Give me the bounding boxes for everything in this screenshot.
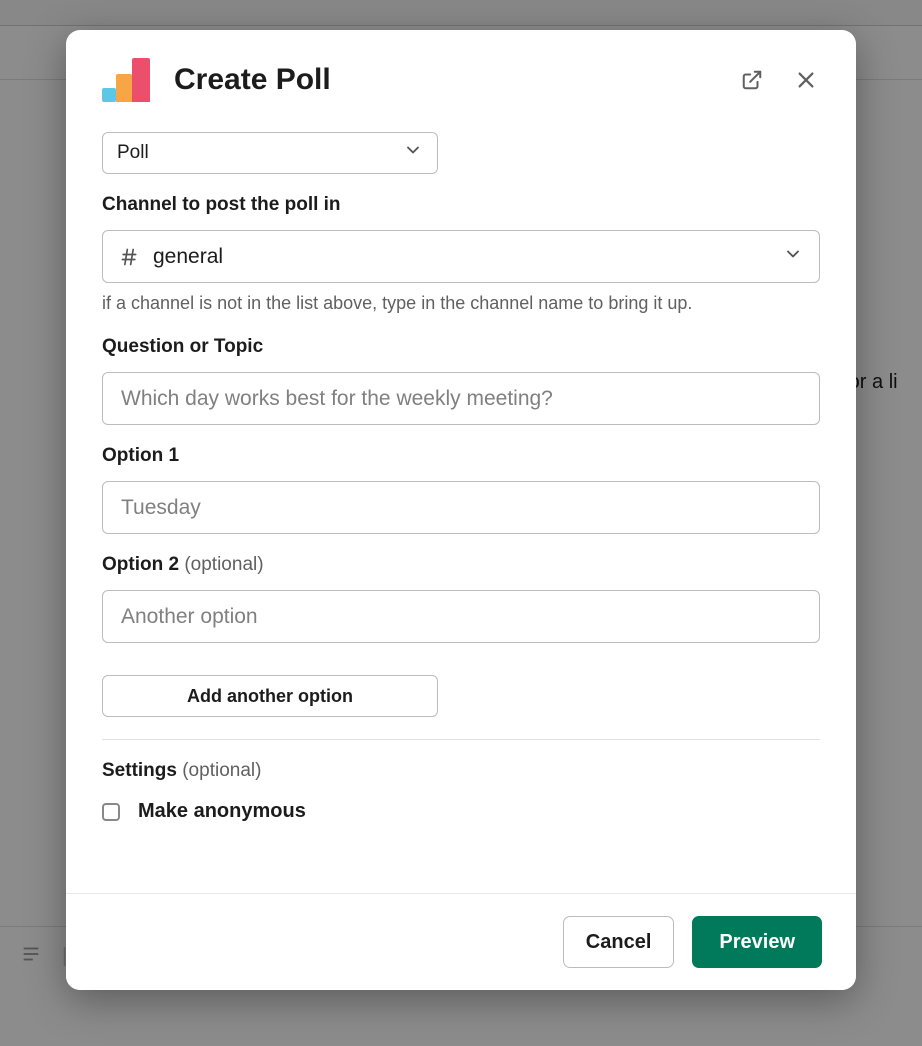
divider bbox=[102, 739, 820, 740]
chevron-down-icon bbox=[783, 244, 803, 270]
anonymous-row[interactable]: Make anonymous bbox=[102, 796, 820, 823]
preview-button[interactable]: Preview bbox=[692, 916, 822, 968]
option1-input[interactable] bbox=[102, 481, 820, 534]
channel-label: Channel to post the poll in bbox=[102, 194, 820, 216]
channel-helper-text: if a channel is not in the list above, t… bbox=[102, 291, 820, 316]
option1-label: Option 1 bbox=[102, 445, 820, 467]
poll-type-select[interactable]: Poll bbox=[102, 132, 438, 174]
create-poll-modal: Create Poll Poll Channel to post the pol… bbox=[66, 30, 856, 990]
anonymous-label: Make anonymous bbox=[138, 800, 306, 823]
question-label: Question or Topic bbox=[102, 336, 820, 358]
question-input[interactable] bbox=[102, 372, 820, 425]
channel-select[interactable]: general bbox=[102, 230, 820, 283]
chevron-down-icon bbox=[403, 140, 423, 166]
channel-selected-value: general bbox=[153, 245, 223, 269]
open-external-icon[interactable] bbox=[738, 66, 766, 94]
poll-type-value: Poll bbox=[117, 142, 149, 164]
modal-body: Poll Channel to post the poll in general… bbox=[66, 110, 856, 893]
option2-label: Option 2 (optional) bbox=[102, 554, 820, 576]
add-option-button[interactable]: Add another option bbox=[102, 675, 438, 717]
cancel-button[interactable]: Cancel bbox=[563, 916, 675, 968]
close-icon[interactable] bbox=[792, 66, 820, 94]
anonymous-checkbox[interactable] bbox=[102, 803, 120, 821]
modal-title: Create Poll bbox=[174, 63, 716, 97]
settings-label: Settings (optional) bbox=[102, 760, 820, 782]
hash-icon bbox=[119, 247, 139, 267]
poll-app-icon bbox=[102, 58, 152, 102]
modal-footer: Cancel Preview bbox=[66, 893, 856, 990]
modal-header: Create Poll bbox=[66, 30, 856, 110]
option2-input[interactable] bbox=[102, 590, 820, 643]
